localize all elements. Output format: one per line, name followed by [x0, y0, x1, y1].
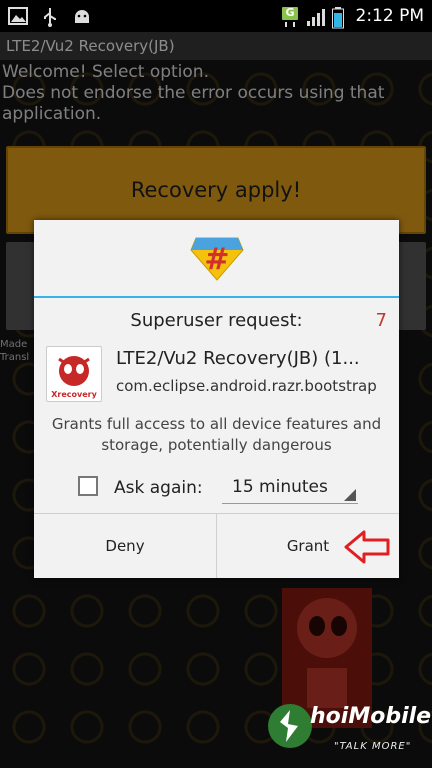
- requesting-app-name: LTE2/Vu2 Recovery(JB) (1...: [116, 348, 360, 369]
- clock: 2:12 PM: [355, 6, 425, 26]
- grant-label: Grant: [286, 537, 330, 555]
- duration-value: 15 minutes: [232, 477, 328, 497]
- svg-text:#: #: [204, 242, 229, 277]
- usb-icon: [40, 7, 60, 27]
- duration-spinner[interactable]: 15 minutes: [222, 474, 358, 504]
- status-bar: G 2:12 PM: [0, 0, 432, 32]
- dialog-divider: [34, 296, 399, 298]
- spinner-arrow-icon: [344, 489, 356, 501]
- dialog-header: #: [34, 220, 399, 296]
- superuser-icon: #: [189, 237, 244, 281]
- deny-button[interactable]: Deny: [34, 514, 216, 578]
- image-icon: [8, 7, 28, 25]
- app-icon-label: Xrecovery: [51, 390, 97, 399]
- countdown-timer: 7: [375, 310, 387, 331]
- requesting-app-icon: Xrecovery: [46, 346, 102, 402]
- dialog-title: Superuser request:: [130, 310, 303, 331]
- watermark-tagline: "TALK MORE": [334, 741, 412, 752]
- network-badge: G: [285, 6, 295, 19]
- data-network-icon: G: [280, 6, 300, 27]
- requesting-app-package: com.eclipse.android.razr.bootstrap: [116, 377, 377, 395]
- ask-again-checkbox[interactable]: [78, 476, 98, 496]
- superuser-dialog: # Superuser request: 7 Xrecovery LTE2/Vu…: [34, 220, 399, 578]
- android-debug-icon: [72, 7, 92, 25]
- watermark-brand: hoiMobile: [310, 704, 432, 729]
- ask-again-label: Ask again:: [114, 478, 203, 498]
- signal-icon: [306, 7, 326, 26]
- permission-description: Grants full access to all device feature…: [51, 415, 382, 454]
- deny-label: Deny: [105, 537, 145, 555]
- battery-icon: [331, 7, 344, 29]
- annotation-arrow-icon: [344, 530, 390, 564]
